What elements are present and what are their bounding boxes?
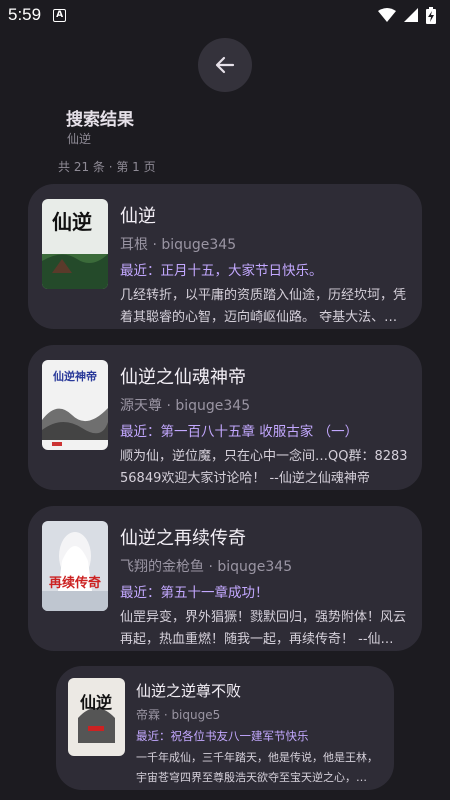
book-meta: 源天尊 · biquge345 — [120, 398, 251, 414]
arrow-left-icon — [215, 56, 235, 74]
book-intro: 仙罡异变，界外猖獗！戮默回归，强势附体！风云再起，热血重燃！随我一起，再续传奇！… — [120, 610, 407, 647]
signal-icon — [404, 8, 418, 22]
book-latest-chapter: 最近：第五十一章成功！ — [120, 585, 269, 601]
cover-title: 再续传奇 — [49, 575, 101, 591]
book-meta: 耳根 · biquge345 — [120, 237, 237, 253]
result-card[interactable]: 仙逆 仙逆 耳根 · biquge345 最近：正月十五，大家节日快乐。 几经转… — [28, 184, 422, 329]
result-card[interactable]: 仙逆 仙逆之逆尊不败 帝霖 · biquge5 最近：祝各位书友八一建军节快乐 … — [56, 666, 394, 790]
cover-title: 仙逆 — [80, 693, 112, 712]
book-intro: 一千年成仙，三千年踏天，他是传说，他是王林，宇宙苍穹四界至尊殷浩天欲夺至宝天逆之… — [136, 751, 378, 784]
cover-title: 仙逆神帝 — [53, 369, 97, 383]
book-latest-chapter: 最近：第一百八十五章 收服古家 （一） — [120, 424, 359, 440]
book-title: 仙逆 — [120, 206, 156, 227]
book-latest-chapter: 最近：祝各位书友八一建军节快乐 — [136, 729, 309, 743]
back-button[interactable] — [198, 38, 252, 92]
status-icons — [378, 6, 436, 24]
search-query: 仙逆 — [67, 132, 92, 146]
status-time: 5:59 — [8, 5, 42, 24]
notification-icon: A — [53, 8, 67, 22]
result-card[interactable]: 再续传奇 仙逆之再续传奇 飞翔的金枪鱼 · biquge345 最近：第五十一章… — [28, 506, 422, 651]
book-cover: 再续传奇 — [42, 521, 108, 611]
cover-title: 仙逆 — [52, 210, 92, 234]
book-meta: 飞翔的金枪鱼 · biquge345 — [120, 559, 293, 575]
result-card[interactable]: 仙逆神帝 仙逆之仙魂神帝 源天尊 · biquge345 最近：第一百八十五章 … — [28, 345, 422, 490]
battery-charging-icon — [426, 6, 436, 24]
book-cover: 仙逆 — [68, 678, 125, 756]
book-intro: 几经转折，以平庸的资质踏入仙途，历经坎坷，凭着其聪睿的心智，迈向崎岖仙路。 夺基… — [120, 288, 407, 325]
page-title: 搜索结果 — [66, 110, 134, 130]
book-latest-chapter: 最近：正月十五，大家节日快乐。 — [120, 263, 323, 279]
book-cover: 仙逆 — [42, 199, 108, 289]
wifi-icon — [378, 8, 396, 22]
book-meta: 帝霖 · biquge5 — [136, 708, 221, 722]
status-bar: 5:59 A — [0, 0, 450, 30]
book-title: 仙逆之再续传奇 — [120, 528, 246, 549]
book-intro: 顺为仙，逆位魔，只在心中一念间…QQ群：828356849欢迎大家讨论哈！ --… — [120, 449, 408, 486]
result-count: 共 21 条 · 第 1 页 — [58, 160, 156, 174]
book-title: 仙逆之逆尊不败 — [136, 682, 242, 700]
book-cover: 仙逆神帝 — [42, 360, 108, 450]
book-title: 仙逆之仙魂神帝 — [120, 367, 246, 388]
